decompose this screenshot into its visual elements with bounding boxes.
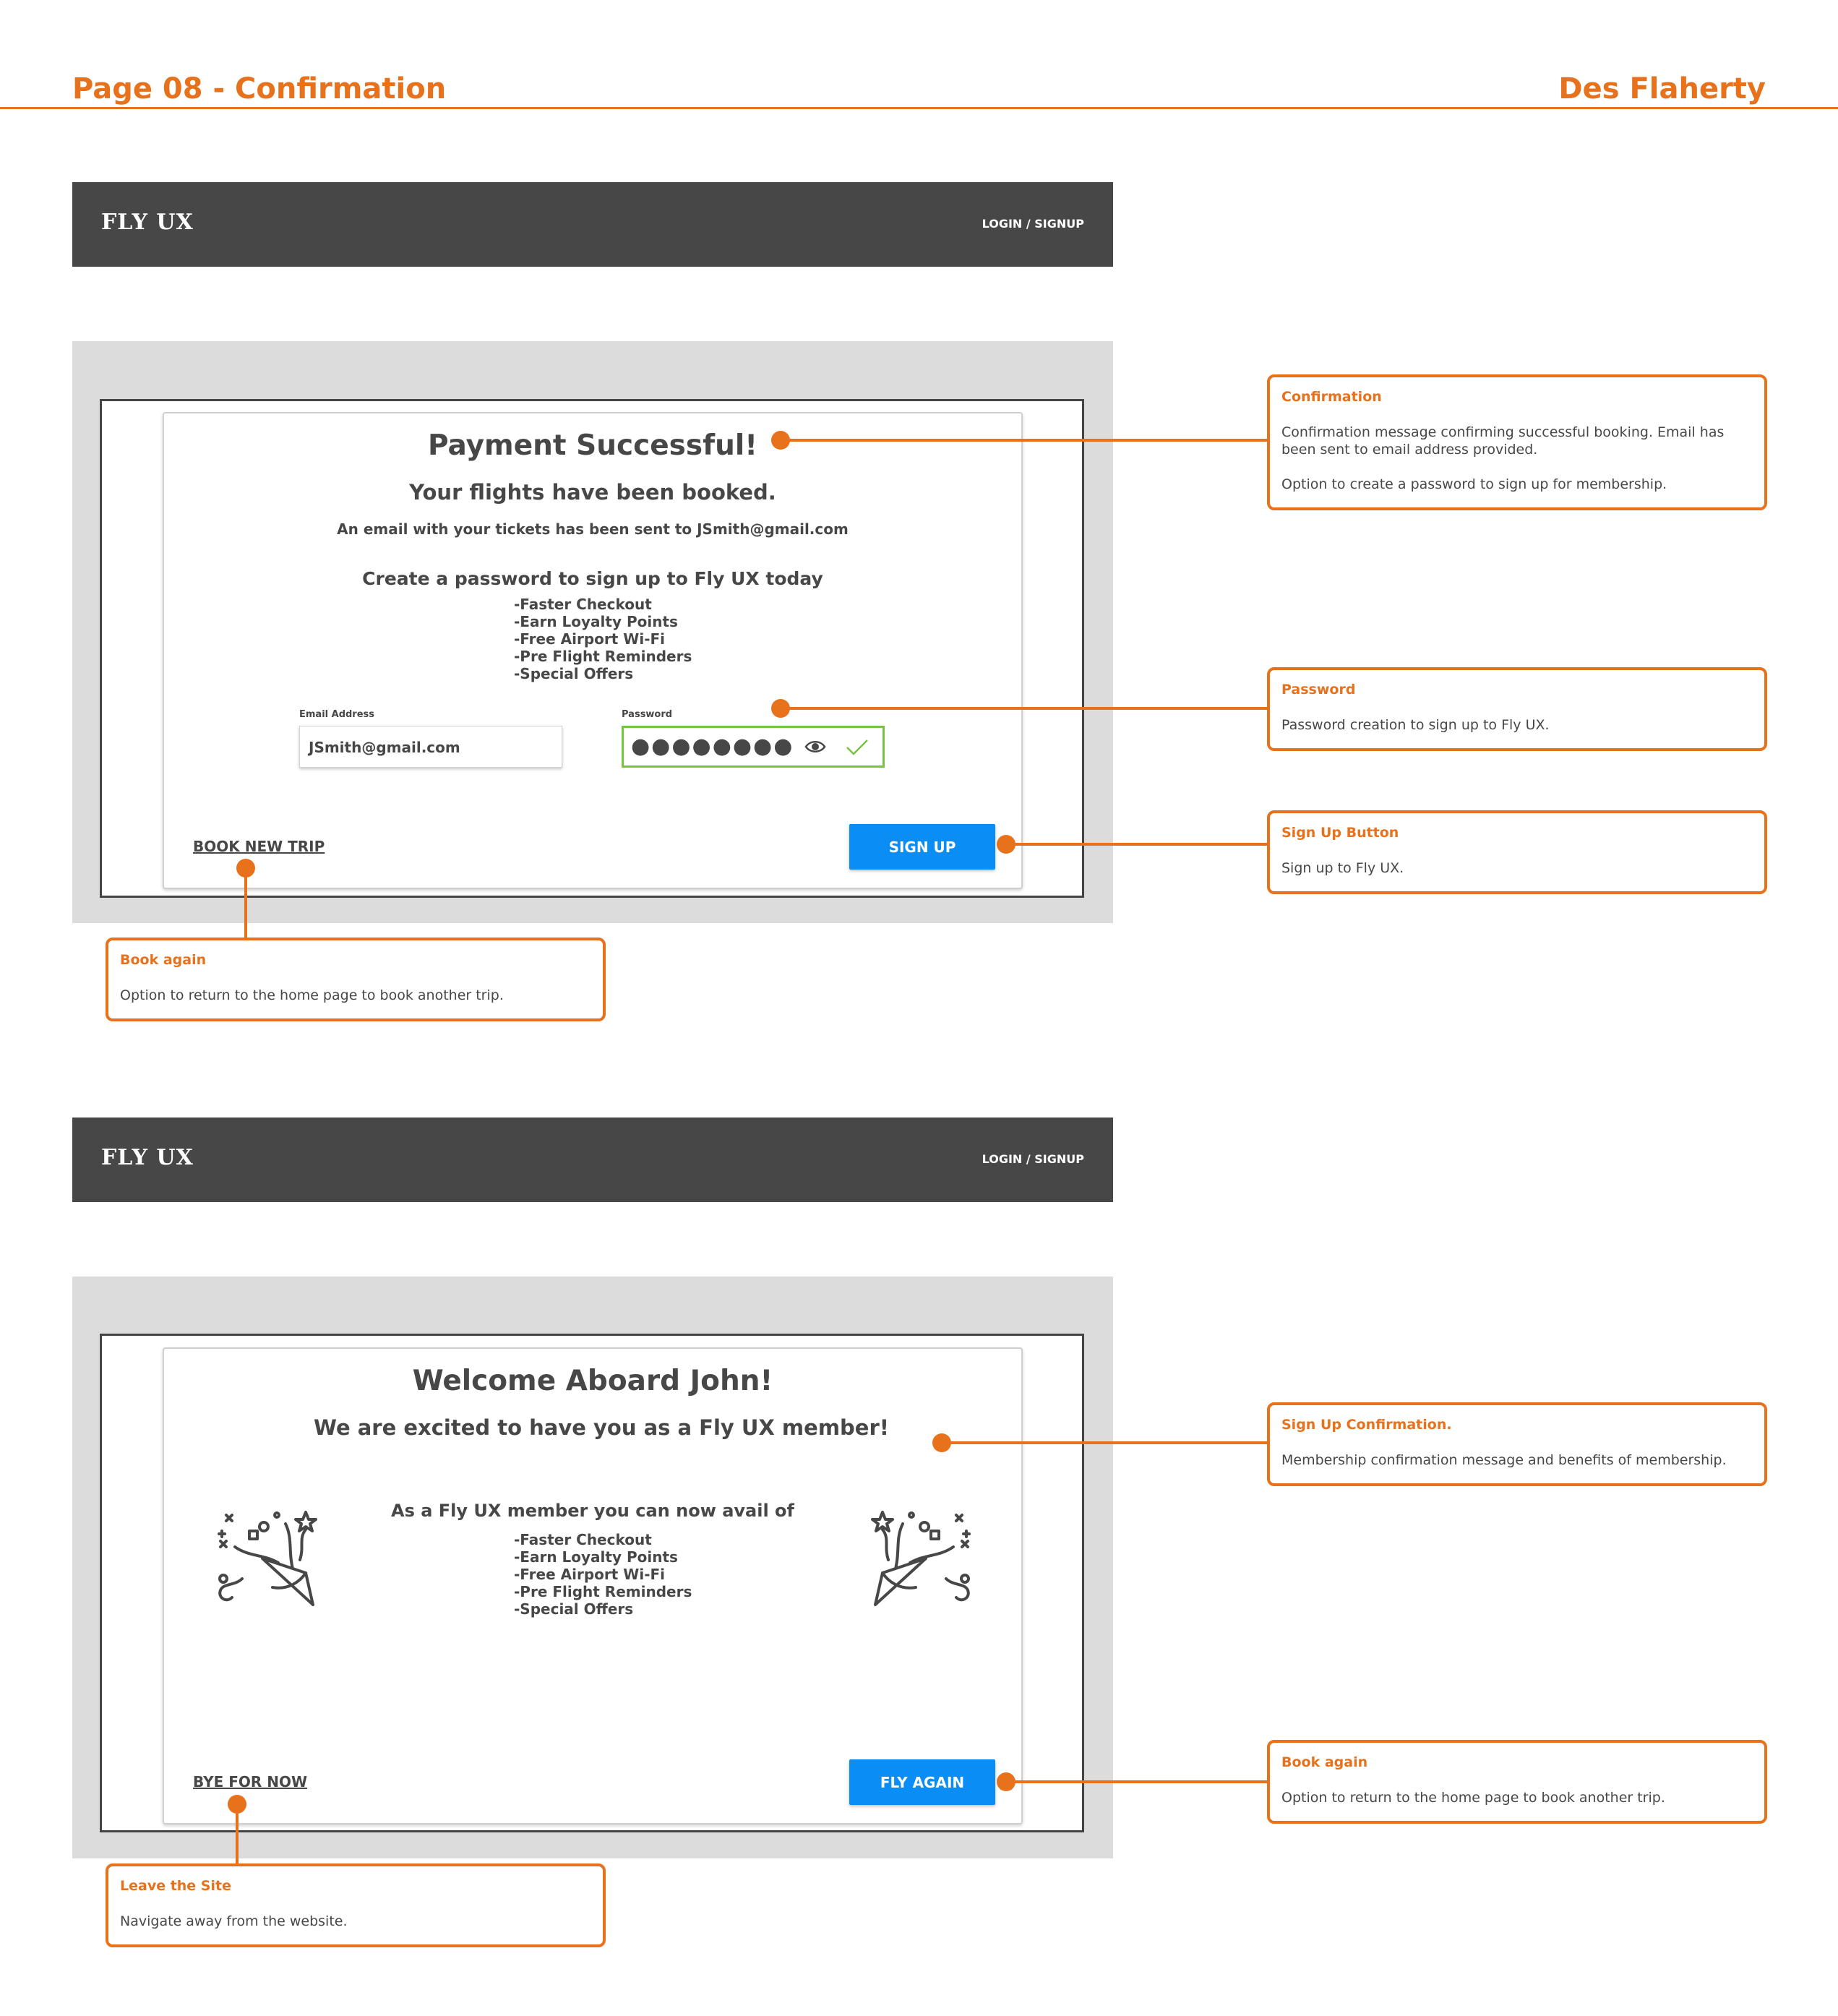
navbar: FLY UX LOGIN / SIGNUP bbox=[72, 1118, 1113, 1202]
callout-title: Confirmation bbox=[1281, 389, 1382, 405]
sign-up-button[interactable]: SIGN UP bbox=[849, 824, 995, 870]
author-name: Des Flaherty bbox=[1558, 72, 1766, 106]
book-new-trip-link[interactable]: BOOK NEW TRIP bbox=[193, 838, 325, 855]
connector-line bbox=[1006, 1780, 1268, 1783]
callout-body: Navigate away from the website. bbox=[120, 1913, 348, 1929]
email-label: Email Address bbox=[299, 709, 375, 720]
welcome-card: Welcome Aboard John! We are excited to h… bbox=[163, 1347, 1023, 1824]
login-signup-link[interactable]: LOGIN / SIGNUP bbox=[982, 217, 1084, 231]
callout-leave-site: Leave the Site Navigate away from the we… bbox=[106, 1863, 606, 1947]
password-label: Password bbox=[622, 709, 673, 720]
benefit-item: -Special Offers bbox=[514, 665, 634, 682]
welcome-heading: Welcome Aboard John! bbox=[412, 1365, 773, 1397]
benefit-item: -Pre Flight Reminders bbox=[514, 1583, 692, 1600]
callout-confirmation: Confirmation Confirmation message confir… bbox=[1267, 374, 1767, 510]
connector-line bbox=[1006, 843, 1268, 846]
connector-line bbox=[942, 1441, 1268, 1444]
callout-title: Leave the Site bbox=[120, 1878, 231, 1894]
callout-sign-up-confirmation: Sign Up Confirmation. Membership confirm… bbox=[1267, 1402, 1767, 1486]
page-title: Page 08 - Confirmation bbox=[72, 72, 447, 106]
benefit-item: -Pre Flight Reminders bbox=[514, 648, 692, 665]
callout-title: Password bbox=[1281, 682, 1356, 698]
callout-sign-up-button: Sign Up Button Sign up to Fly UX. bbox=[1267, 810, 1767, 894]
callout-title: Sign Up Confirmation. bbox=[1281, 1417, 1452, 1433]
callout-title: Book again bbox=[120, 952, 207, 968]
benefit-item: -Faster Checkout bbox=[514, 596, 652, 613]
valid-check-icon bbox=[845, 738, 869, 760]
eye-icon[interactable] bbox=[804, 739, 826, 758]
logo[interactable]: FLY UX bbox=[101, 210, 194, 235]
password-field[interactable]: ●●●●●●●● bbox=[622, 726, 885, 768]
connector-line bbox=[236, 1803, 239, 1866]
benefit-item: -Free Airport Wi-Fi bbox=[514, 630, 666, 648]
callout-body: Option to return to the home page to boo… bbox=[120, 987, 504, 1003]
benefit-item: -Faster Checkout bbox=[514, 1531, 652, 1548]
login-signup-link[interactable]: LOGIN / SIGNUP bbox=[982, 1152, 1084, 1166]
connector-line bbox=[781, 707, 1268, 710]
bye-for-now-link[interactable]: BYE FOR NOW bbox=[193, 1773, 307, 1790]
party-popper-icon bbox=[213, 1509, 322, 1613]
callout-title: Book again bbox=[1281, 1754, 1368, 1770]
booked-subheading: Your flights have been booked. bbox=[409, 480, 776, 505]
party-popper-icon bbox=[867, 1509, 975, 1613]
email-sent-message: An email with your tickets has been sent… bbox=[337, 520, 849, 538]
callout-book-again: Book again Option to return to the home … bbox=[106, 938, 606, 1021]
callout-title: Sign Up Button bbox=[1281, 825, 1399, 841]
benefit-item: -Free Airport Wi-Fi bbox=[514, 1566, 666, 1583]
callout-body: Option to return to the home page to boo… bbox=[1281, 1790, 1665, 1806]
benefits-list: -Faster Checkout -Earn Loyalty Points -F… bbox=[514, 596, 692, 682]
signup-prompt: Create a password to sign up to Fly UX t… bbox=[362, 568, 823, 589]
navbar: FLY UX LOGIN / SIGNUP bbox=[72, 182, 1113, 267]
callout-body: Sign up to Fly UX. bbox=[1281, 860, 1404, 876]
password-mask: ●●●●●●●● bbox=[631, 734, 794, 759]
welcome-subheading: We are excited to have you as a Fly UX m… bbox=[314, 1415, 889, 1440]
fly-again-button[interactable]: FLY AGAIN bbox=[849, 1759, 995, 1805]
benefit-item: -Special Offers bbox=[514, 1600, 634, 1618]
callout-body: Confirmation message confirming successf… bbox=[1281, 424, 1725, 458]
email-field[interactable]: JSmith@gmail.com bbox=[299, 726, 562, 768]
header-divider bbox=[0, 107, 1838, 109]
benefit-item: -Earn Loyalty Points bbox=[514, 1548, 678, 1566]
callout-body: Membership confirmation message and bene… bbox=[1281, 1452, 1727, 1468]
benefits-list: -Faster Checkout -Earn Loyalty Points -F… bbox=[514, 1531, 692, 1618]
connector-line bbox=[244, 867, 247, 940]
callout-book-again: Book again Option to return to the home … bbox=[1267, 1740, 1767, 1824]
logo[interactable]: FLY UX bbox=[101, 1145, 194, 1170]
connector-line bbox=[781, 439, 1268, 442]
callout-password: Password Password creation to sign up to… bbox=[1267, 667, 1767, 751]
payment-heading: Payment Successful! bbox=[427, 429, 757, 462]
callout-body: Password creation to sign up to Fly UX. bbox=[1281, 717, 1550, 733]
payment-confirmation-card: Payment Successful! Your flights have be… bbox=[163, 412, 1023, 889]
benefit-item: -Earn Loyalty Points bbox=[514, 613, 678, 630]
callout-body: Option to create a password to sign up f… bbox=[1281, 476, 1667, 492]
email-value: JSmith@gmail.com bbox=[309, 739, 460, 756]
